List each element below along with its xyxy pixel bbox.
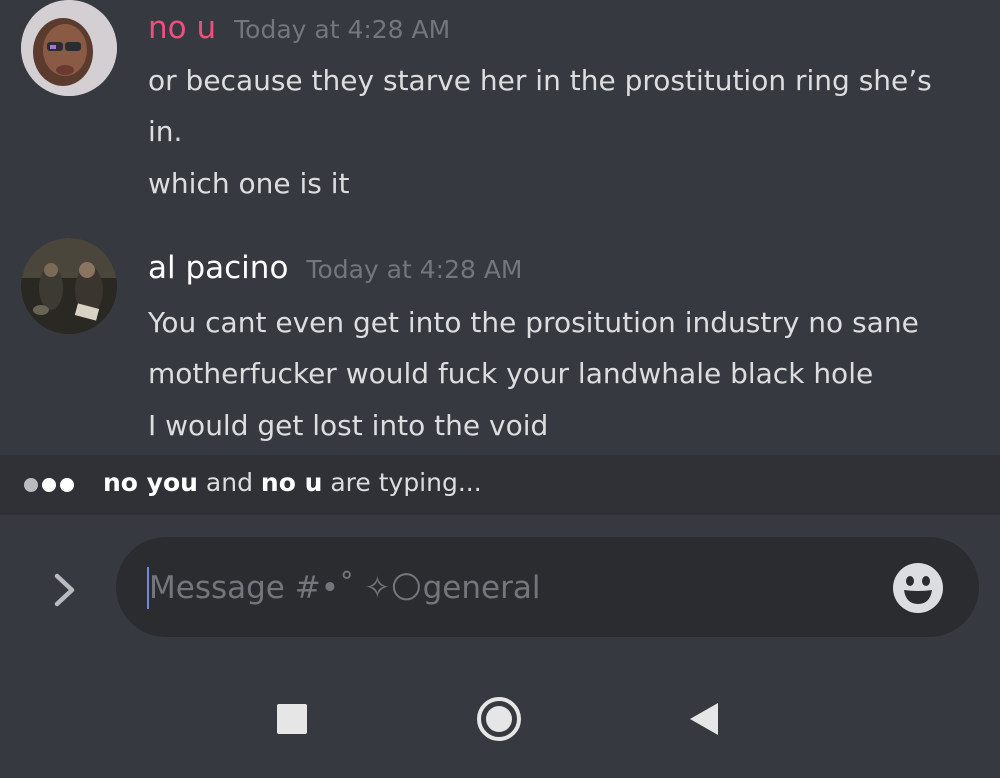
- message-text: I would get lost into the void: [148, 409, 549, 442]
- message-header: al pacino Today at 4:28 AM: [148, 250, 523, 286]
- recents-icon[interactable]: [277, 704, 307, 734]
- typing-text: no you and no u are typing...: [103, 468, 482, 497]
- timestamp: Today at 4:28 AM: [234, 15, 451, 44]
- message-text: motherfucker would fuck your landwhale b…: [148, 357, 874, 390]
- avatar[interactable]: [21, 238, 117, 334]
- message-text: which one is it: [148, 167, 350, 200]
- chevron-right-icon[interactable]: [50, 570, 80, 610]
- message-input[interactable]: Message #•˚ ✧🌕general: [116, 537, 979, 637]
- system-navbar: [0, 660, 1000, 778]
- message-text: or because they starve her in the prosti…: [148, 64, 932, 97]
- home-icon[interactable]: [476, 696, 522, 742]
- username[interactable]: al pacino: [148, 250, 288, 286]
- typing-dots-icon: [24, 478, 74, 492]
- message-placeholder: Message #•˚ ✧🌕general: [149, 570, 541, 606]
- typing-user: no you: [103, 468, 198, 497]
- avatar[interactable]: [21, 0, 117, 96]
- typing-indicator: no you and no u are typing...: [0, 455, 1000, 515]
- message-header: no u Today at 4:28 AM: [148, 10, 450, 46]
- message-composer: Message #•˚ ✧🌕general: [0, 515, 1000, 660]
- message-list: no u Today at 4:28 AM or because they st…: [0, 0, 1000, 455]
- timestamp: Today at 4:28 AM: [306, 255, 523, 284]
- message-text: You cant even get into the prositution i…: [148, 306, 919, 339]
- typing-user: no u: [260, 468, 323, 497]
- smiley-icon[interactable]: [892, 562, 944, 614]
- message-text: in.: [148, 115, 183, 148]
- back-icon[interactable]: [688, 701, 720, 737]
- username[interactable]: no u: [148, 10, 216, 46]
